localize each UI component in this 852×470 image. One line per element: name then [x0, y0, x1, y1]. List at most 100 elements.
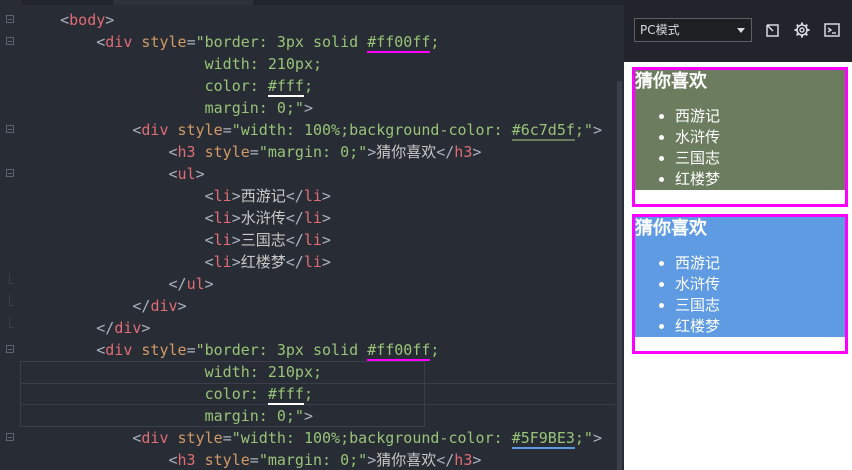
code-line[interactable]: <div style="width: 100%;background-color…	[0, 119, 624, 141]
code-line[interactable]: <li>水浒传</li>	[0, 207, 624, 229]
active-tab[interactable]	[113, 0, 253, 5]
list-item: 西游记	[675, 106, 845, 127]
code-line[interactable]: <div style="border: 3px solid #ff00ff;	[0, 31, 624, 53]
code-token: ;	[430, 33, 440, 51]
scrollbar-thumb[interactable]	[617, 81, 622, 470]
code-token: color:	[24, 77, 268, 95]
code-line[interactable]: </div>	[0, 295, 624, 317]
code-token: >	[204, 275, 214, 293]
code-text: <li>水浒传</li>	[24, 207, 331, 229]
code-line[interactable]: <body>	[0, 9, 624, 31]
code-token: color:	[24, 385, 268, 403]
code-line[interactable]: <h3 style="margin: 0;">猜你喜欢</h3>	[0, 449, 624, 470]
preview-box-2-inner: 猜你喜欢 西游记 水浒传 三国志 红楼梦	[635, 217, 845, 337]
preview-toolbar: PC模式	[624, 0, 852, 62]
code-token: ;"	[574, 121, 593, 139]
device-mode-select[interactable]: PC模式	[634, 18, 752, 42]
code-token: li	[213, 187, 232, 205]
preview-box-1-inner: 猜你喜欢 西游记 水浒传 三国志 红楼梦	[635, 70, 845, 190]
code-line[interactable]: <ul>	[0, 163, 624, 185]
code-token: div	[141, 121, 169, 139]
code-token: >	[231, 187, 241, 205]
code-token: width: 210px;	[24, 55, 323, 73]
code-text: </div>	[24, 295, 186, 317]
code-token: style	[204, 451, 250, 469]
code-token: 红楼梦	[240, 253, 286, 271]
editor-scrollbar[interactable]	[615, 5, 624, 470]
code-line[interactable]: <div style="border: 3px solid #ff00ff;	[0, 339, 624, 361]
code-token: h3	[177, 143, 196, 161]
code-token: <	[24, 11, 70, 29]
code-token: li	[303, 253, 322, 271]
code-text: <div style="border: 3px solid #ff00ff;	[24, 339, 439, 361]
gear-icon[interactable]	[793, 21, 811, 39]
code-token: </	[24, 275, 187, 293]
code-token: "width: 100%;background-color:	[231, 429, 512, 447]
code-token: div	[150, 297, 178, 315]
code-token: body	[69, 11, 106, 29]
code-token: >	[303, 99, 313, 117]
code-token: </	[24, 319, 115, 337]
code-token: >	[105, 11, 115, 29]
code-line[interactable]: width: 210px;	[0, 361, 624, 383]
code-token: >	[231, 253, 241, 271]
code-token: >	[195, 165, 205, 183]
open-external-icon[interactable]	[764, 21, 782, 39]
code-line[interactable]: color: #fff;	[0, 75, 624, 97]
code-token: >	[231, 231, 241, 249]
code-line[interactable]: width: 210px;	[0, 53, 624, 75]
device-mode-value: PC模式	[640, 23, 680, 37]
code-token: div	[105, 33, 133, 51]
fold-toggle-icon[interactable]	[6, 125, 14, 133]
code-text: margin: 0;">	[24, 97, 313, 119]
code-text: <div style="width: 100%;background-color…	[24, 427, 602, 449]
color-swatch-token: #6c7d5f	[511, 121, 575, 141]
terminal-icon[interactable]	[823, 21, 841, 39]
code-token: <	[24, 231, 214, 249]
code-editor[interactable]: <body> <div style="border: 3px solid #ff…	[0, 0, 624, 470]
code-token: ;	[430, 341, 440, 359]
code-token: <	[24, 341, 106, 359]
code-line[interactable]: </ul>	[0, 273, 624, 295]
code-token: h3	[454, 451, 473, 469]
code-line[interactable]: </div>	[0, 317, 624, 339]
fold-toggle-icon[interactable]	[6, 345, 14, 353]
fold-toggle-icon[interactable]	[6, 169, 14, 177]
code-token: style	[204, 143, 250, 161]
code-line[interactable]: margin: 0;">	[0, 405, 624, 427]
code-token: </	[285, 209, 304, 227]
code-line[interactable]: <li>三国志</li>	[0, 229, 624, 251]
live-preview-panel: PC模式 猜你喜欢 • 西游记 • 水浒传 • 三国志 • 红楼梦 猜你喜欢 •…	[624, 0, 852, 470]
color-swatch-token: #ff00ff	[367, 341, 431, 361]
code-line[interactable]: <h3 style="margin: 0;">猜你喜欢</h3>	[0, 141, 624, 163]
code-token: <	[24, 165, 178, 183]
code-token: li	[213, 231, 232, 249]
code-token: </	[436, 451, 455, 469]
code-token: div	[141, 429, 169, 447]
preview-box-1: 猜你喜欢 西游记 水浒传 三国志 红楼梦	[632, 67, 848, 207]
code-line[interactable]: <div style="width: 100%;background-color…	[0, 427, 624, 449]
code-line[interactable]: <li>西游记</li>	[0, 185, 624, 207]
fold-toggle-icon[interactable]	[6, 37, 14, 45]
code-token: <	[24, 121, 142, 139]
code-text: <ul>	[24, 163, 205, 185]
box-2-list: 西游记 水浒传 三国志 红楼梦	[635, 253, 845, 337]
code-token: "margin: 0;"	[258, 143, 368, 161]
code-token: <	[24, 253, 214, 271]
code-line[interactable]: margin: 0;">	[0, 97, 624, 119]
code-line[interactable]: <li>红楼梦</li>	[0, 251, 624, 273]
code-token: </	[285, 253, 304, 271]
fold-end-marker	[9, 273, 14, 284]
code-token: margin: 0;"	[24, 407, 304, 425]
fold-toggle-icon[interactable]	[6, 433, 14, 441]
fold-toggle-icon[interactable]	[6, 15, 14, 23]
code-token: >	[231, 209, 241, 227]
code-token: "width: 100%;background-color:	[231, 121, 512, 139]
code-token: style	[177, 429, 223, 447]
code-token: <	[24, 429, 142, 447]
code-line[interactable]: color: #fff;	[0, 383, 624, 405]
color-swatch-token: #5F9BE3	[511, 429, 575, 449]
